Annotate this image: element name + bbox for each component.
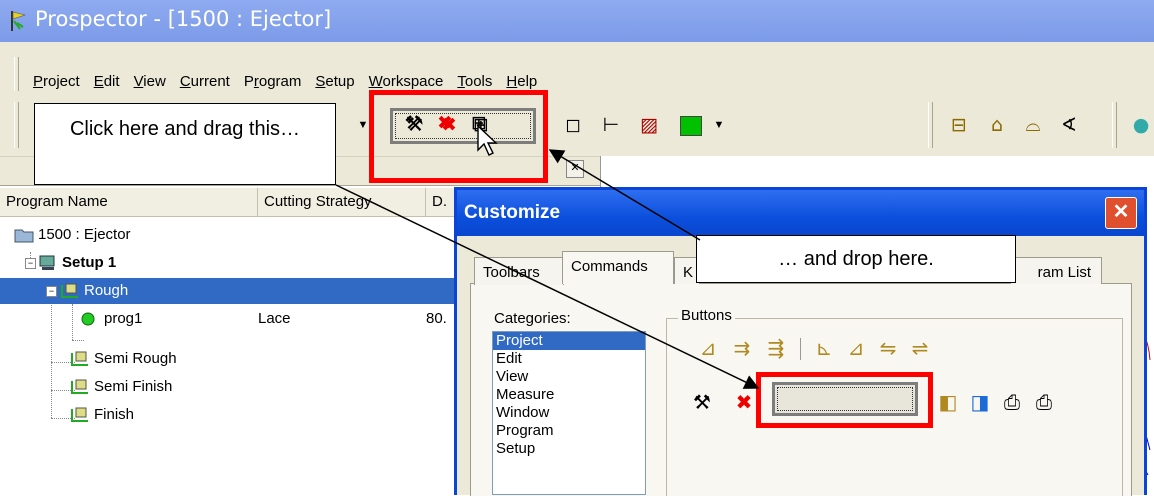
menu-edit[interactable]: Edit (94, 73, 120, 97)
toolbar-grip[interactable] (14, 102, 19, 148)
image-icon[interactable]: ▨ (636, 112, 662, 138)
folder-program-icon (61, 283, 78, 298)
export-icon[interactable]: ⇶ (762, 336, 790, 360)
category-project[interactable]: Project (493, 332, 645, 350)
menu-program[interactable]: Program (244, 73, 302, 97)
drag-callout: Click here and drag this… (34, 103, 336, 185)
separator (800, 338, 801, 360)
categories-label: Categories: (494, 310, 571, 327)
dialog-close-button[interactable]: ✕ (1105, 197, 1137, 229)
hammer-icon[interactable]: ⚒ (688, 390, 716, 414)
cup-icon[interactable]: ◻ (560, 112, 586, 138)
item-name: Finish (94, 406, 135, 423)
drag-source-highlight (369, 90, 548, 183)
list-item[interactable]: Semi Rough (0, 346, 454, 372)
dome-measure-icon[interactable]: ⌓ (1020, 112, 1046, 138)
item-name: prog1 (104, 310, 143, 327)
measure-icon[interactable]: ⊟ (946, 112, 972, 138)
menubar-grip[interactable] (14, 57, 19, 91)
categories-list[interactable]: Project Edit View Measure Window Program… (492, 331, 646, 495)
folder-program-icon (71, 379, 88, 394)
category-setup[interactable]: Setup (493, 440, 645, 458)
item-name: Semi Rough (94, 350, 177, 367)
category-measure[interactable]: Measure (493, 386, 645, 404)
item-name: 1500 : Ejector (38, 226, 131, 243)
status-ok-icon (81, 312, 95, 326)
item-strategy: Lace (258, 310, 291, 327)
item-name: Rough (84, 282, 129, 299)
list-item[interactable]: prog1 Lace 80. (0, 306, 454, 332)
category-view[interactable]: View (493, 368, 645, 386)
tab-program-list[interactable]: ram List (1010, 257, 1102, 284)
collapse-icon[interactable]: − (46, 286, 57, 297)
drop-target-highlight (756, 372, 933, 428)
program-tree: 1500 : Ejector − Setup 1 − Rough prog1 L… (0, 218, 454, 495)
menu-setup[interactable]: Setup (315, 73, 354, 97)
tab-toolbars[interactable]: Toolbars (474, 257, 564, 285)
book-open-icon[interactable]: ◧ (934, 390, 962, 414)
delete-x-icon[interactable]: ✖ (730, 390, 758, 414)
program-list-header: Program Name Cutting Strategy D. (0, 188, 454, 217)
item-name: Semi Finish (94, 378, 173, 395)
list-item[interactable]: 1500 : Ejector (0, 222, 454, 248)
category-edit[interactable]: Edit (493, 350, 645, 368)
folder-program-icon (71, 407, 88, 422)
list-item-selected[interactable]: − Rough (0, 278, 454, 304)
folder-icon (14, 229, 34, 243)
toolbar-dropdown[interactable]: ▼ (356, 114, 370, 136)
collapse-icon[interactable]: − (25, 258, 36, 269)
col-program-name[interactable]: Program Name (0, 188, 258, 216)
import-icon[interactable]: ⇉ (728, 336, 756, 360)
item-name: Setup 1 (62, 254, 117, 271)
folder-open-icon[interactable]: ⊾ (810, 336, 838, 360)
printer-icon[interactable]: ⎙ (1030, 390, 1058, 414)
folder-sync-icon[interactable]: ⊿ (842, 336, 870, 360)
col-cutting-strategy[interactable]: Cutting Strategy (258, 188, 426, 216)
copy-icon[interactable]: ⇋ (874, 336, 902, 360)
menu-project[interactable]: Project (33, 73, 80, 97)
drop-callout: … and drop here. (696, 235, 1016, 283)
color-dropdown-icon[interactable]: ▼ (712, 116, 726, 134)
open-folder-icon[interactable]: ⊿ (694, 336, 722, 360)
list-item[interactable]: Semi Finish (0, 374, 454, 400)
category-program[interactable]: Program (493, 422, 645, 440)
crop-icon[interactable]: ⊢ (598, 112, 624, 138)
dialog-title: Customize (464, 202, 561, 223)
menu-view[interactable]: View (134, 73, 166, 97)
book-icon[interactable]: ◨ (966, 390, 994, 414)
sphere-icon[interactable]: ● (1128, 112, 1154, 138)
angle-icon[interactable]: ∢ (1056, 112, 1082, 138)
folder-program-icon (71, 351, 88, 366)
dome-icon[interactable]: ⌂ (984, 112, 1010, 138)
prospector-icon (11, 11, 27, 31)
menu-current[interactable]: Current (180, 73, 230, 97)
category-window[interactable]: Window (493, 404, 645, 422)
print-preview-icon[interactable]: ⎙ (998, 390, 1026, 414)
setup-icon (39, 255, 55, 270)
pane-close-icon[interactable]: ✕ (566, 160, 584, 178)
item-d: 80. (426, 310, 447, 327)
color-swatch-green[interactable] (680, 116, 702, 136)
list-item[interactable]: Finish (0, 402, 454, 428)
buttons-label: Buttons (678, 307, 735, 324)
paste-icon[interactable]: ⇌ (906, 336, 934, 360)
toolbar3-grip[interactable] (1112, 102, 1117, 148)
window-title: Prospector - [1500 : Ejector] (35, 7, 332, 31)
toolbar2-grip[interactable] (928, 102, 933, 148)
tab-commands[interactable]: Commands (562, 251, 674, 284)
list-item[interactable]: − Setup 1 (0, 250, 454, 276)
